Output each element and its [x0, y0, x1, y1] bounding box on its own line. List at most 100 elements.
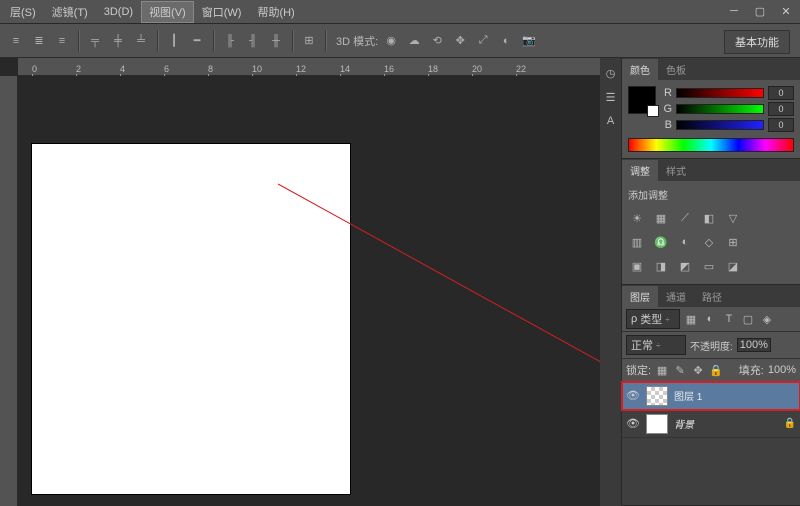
fill-value[interactable]: 100%: [768, 364, 796, 376]
levels-icon[interactable]: ▦: [652, 210, 670, 226]
styles-tab[interactable]: 样式: [658, 160, 694, 181]
cloud-icon[interactable]: ☁: [404, 31, 424, 51]
photo-filter-icon[interactable]: ◇: [700, 234, 718, 250]
menu-help[interactable]: 帮助(H): [249, 1, 302, 23]
character-panel-icon[interactable]: A: [602, 112, 620, 130]
invert-icon[interactable]: ▣: [628, 258, 646, 274]
brightness-icon[interactable]: ☀: [628, 210, 646, 226]
ruler-tick: 10: [252, 64, 262, 74]
ruler-tick: 12: [296, 64, 306, 74]
rotate-icon[interactable]: ⟲: [427, 31, 447, 51]
space-h-icon[interactable]: ╟: [220, 31, 240, 51]
distribute-h-icon[interactable]: ┃: [164, 31, 184, 51]
separator: [292, 30, 293, 52]
layer-row[interactable]: 👁 图层 1: [622, 382, 800, 410]
r-value[interactable]: 0: [768, 86, 794, 100]
layers-tab[interactable]: 图层: [622, 286, 658, 307]
layer-row[interactable]: 👁 背景 🔒: [622, 410, 800, 438]
threshold-icon[interactable]: ◩: [676, 258, 694, 274]
distribute-top-icon[interactable]: ╤: [85, 31, 105, 51]
filter-pixel-icon[interactable]: ▦: [684, 312, 698, 326]
lock-transparent-icon[interactable]: ▦: [655, 363, 669, 377]
space-v-icon[interactable]: ╢: [243, 31, 263, 51]
distribute-middle-icon[interactable]: ╪: [108, 31, 128, 51]
menu-layer[interactable]: 层(S): [2, 1, 44, 23]
menu-view[interactable]: 视图(V): [141, 1, 194, 23]
move-3d-icon[interactable]: ✥: [450, 31, 470, 51]
minimize-button[interactable]: ─: [726, 4, 742, 18]
group-icon[interactable]: ⊞: [299, 31, 319, 51]
distribute-bottom-icon[interactable]: ╧: [131, 31, 151, 51]
scale-3d-icon[interactable]: ⤢: [473, 31, 493, 51]
color-tab[interactable]: 颜色: [622, 59, 658, 80]
workspace-switcher[interactable]: 基本功能: [724, 30, 790, 54]
selective-color-icon[interactable]: ◪: [724, 258, 742, 274]
visibility-toggle-icon[interactable]: 👁: [626, 389, 640, 403]
canvas-viewport[interactable]: [18, 76, 600, 506]
channels-tab[interactable]: 通道: [658, 286, 694, 307]
b-value[interactable]: 0: [768, 118, 794, 132]
curves-icon[interactable]: ⟋: [676, 210, 694, 226]
blend-mode-dropdown[interactable]: 正常÷: [626, 335, 686, 355]
filter-type-icon[interactable]: T: [722, 312, 736, 326]
canvas[interactable]: [32, 144, 350, 494]
layer-thumbnail[interactable]: [646, 414, 668, 434]
r-slider[interactable]: [676, 88, 764, 98]
filter-shape-icon[interactable]: ▢: [741, 312, 755, 326]
close-button[interactable]: ✕: [778, 4, 794, 18]
fill-label: 填充:: [739, 362, 764, 378]
bw-icon[interactable]: ◐: [676, 234, 694, 250]
gradient-map-icon[interactable]: ▭: [700, 258, 718, 274]
color-balance-icon[interactable]: ♎: [652, 234, 670, 250]
paths-tab[interactable]: 路径: [694, 286, 730, 307]
distribute-v-icon[interactable]: ━: [187, 31, 207, 51]
align-center-icon[interactable]: ≣: [29, 31, 49, 51]
orbit-icon[interactable]: ◉: [381, 31, 401, 51]
space-even-icon[interactable]: ╫: [266, 31, 286, 51]
properties-panel-icon[interactable]: ☰: [602, 88, 620, 106]
r-label: R: [662, 87, 672, 99]
color-spectrum[interactable]: [628, 138, 794, 152]
lock-all-icon[interactable]: 🔒: [709, 363, 723, 377]
lock-brush-icon[interactable]: ✎: [673, 363, 687, 377]
light-icon[interactable]: ◐: [496, 31, 516, 51]
separator: [213, 30, 214, 52]
camera-icon[interactable]: 📷: [519, 31, 539, 51]
layer-name[interactable]: 图层 1: [674, 388, 796, 403]
foreground-color-swatch[interactable]: [628, 86, 656, 114]
hue-icon[interactable]: ▥: [628, 234, 646, 250]
filter-smart-icon[interactable]: ◈: [760, 312, 774, 326]
adjustments-tab[interactable]: 调整: [622, 160, 658, 181]
ruler-tick: 14: [340, 64, 350, 74]
color-panel: 颜色 色板 R 0 G 0: [622, 58, 800, 159]
opacity-value[interactable]: 100%: [737, 338, 771, 352]
g-slider[interactable]: [676, 104, 764, 114]
ruler-tick: 0: [32, 64, 37, 74]
filter-adjust-icon[interactable]: ◐: [703, 312, 717, 326]
layer-thumbnail[interactable]: [646, 386, 668, 406]
posterize-icon[interactable]: ◨: [652, 258, 670, 274]
layer-list: 👁 图层 1 👁 背景 🔒: [622, 382, 800, 438]
ruler-tick: 8: [208, 64, 213, 74]
separator: [157, 30, 158, 52]
menu-window[interactable]: 窗口(W): [194, 1, 250, 23]
menu-3d[interactable]: 3D(D): [96, 3, 141, 21]
swatches-tab[interactable]: 色板: [658, 59, 694, 80]
layer-name[interactable]: 背景: [674, 416, 778, 431]
maximize-button[interactable]: ▢: [752, 4, 768, 18]
g-value[interactable]: 0: [768, 102, 794, 116]
align-right-icon[interactable]: ≡: [52, 31, 72, 51]
exposure-icon[interactable]: ◧: [700, 210, 718, 226]
layer-filter-dropdown[interactable]: ρ类型÷: [626, 309, 680, 329]
lock-position-icon[interactable]: ✥: [691, 363, 705, 377]
g-label: G: [662, 103, 672, 115]
visibility-toggle-icon[interactable]: 👁: [626, 417, 640, 431]
menu-filter[interactable]: 滤镜(T): [44, 1, 96, 23]
adjustments-panel: 调整 样式 添加调整 ☀ ▦ ⟋ ◧ ▽ ▥ ♎ ◐ ◇ ⊞: [622, 159, 800, 285]
align-left-icon[interactable]: ≡: [6, 31, 26, 51]
history-panel-icon[interactable]: ◷: [602, 64, 620, 82]
vibrance-icon[interactable]: ▽: [724, 210, 742, 226]
b-slider[interactable]: [676, 120, 764, 130]
channel-mixer-icon[interactable]: ⊞: [724, 234, 742, 250]
ruler-tick: 16: [384, 64, 394, 74]
